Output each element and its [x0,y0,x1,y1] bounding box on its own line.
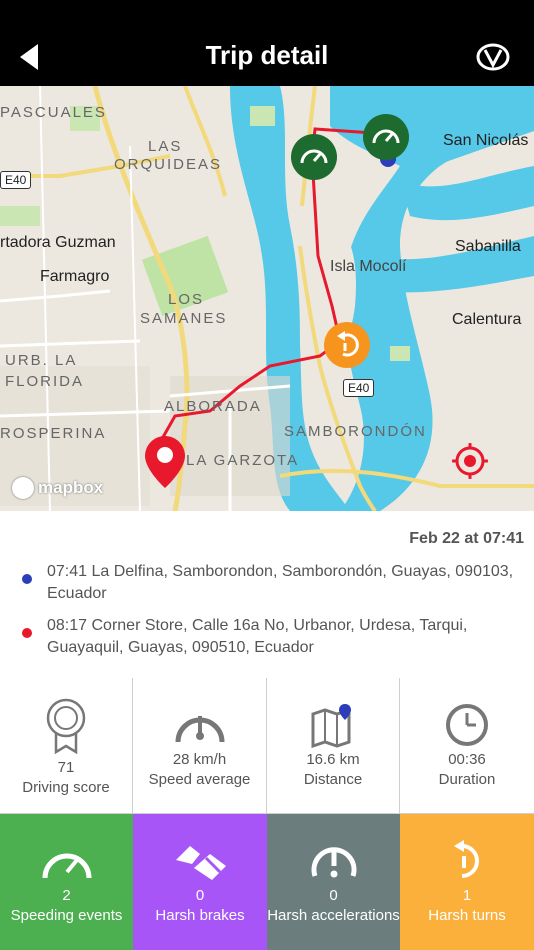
map-label: Isla Mocolí [330,258,407,275]
map-label: LAS [148,138,183,155]
map-label: San Nicolás [443,132,529,149]
acceleration-icon [311,847,356,878]
stat-value: 28 km/h [172,751,227,768]
event-label: Harsh brakes [155,907,245,924]
stat-value: 00:36 [448,751,486,768]
trip-details: Feb 22 at 07:41 07:41 La Delfina, Sambor… [0,511,534,679]
page-title: Trip detail [205,40,329,70]
event-value: 2 [62,887,71,904]
stat-driving-score: 71 Driving score [0,678,133,814]
start-location-marker[interactable] [362,113,410,169]
map-label: PASCUALES [0,104,107,121]
map-label: rtadora Guzman [0,234,116,251]
end-dot-icon [22,628,32,638]
map-label: ORQUIDEAS [114,156,223,173]
recenter-location-icon[interactable] [452,443,488,479]
stat-label: Speed average [148,771,251,788]
event-value: 0 [329,887,338,904]
stat-label: Duration [438,771,496,788]
map-label: LA GARZOTA [186,452,300,469]
map-label: FLORIDA [5,373,85,390]
event-label: Harsh turns [428,907,506,924]
clock-icon [446,704,488,746]
speedometer-icon [42,853,91,879]
stat-value: 71 [57,759,75,776]
attribution-text: mapbox [38,478,104,497]
map-label: SAMANES [140,310,228,327]
end-address: 08:17 Corner Store, Calle 16a No, Urbano… [47,617,468,656]
route-shield: E40 [0,171,32,189]
map-label: Sabanilla [455,238,521,255]
stat-value: 16.6 km [306,751,360,768]
brand-logo-icon[interactable] [476,42,510,72]
event-speeding[interactable]: 2 Speeding events [0,814,133,950]
start-address: 07:41 La Delfina, Samborondon, Samborond… [47,563,514,602]
stat-speed-average: 28 km/h Speed average [133,678,267,814]
trip-date: Feb 22 at 07:41 [409,530,524,547]
event-harsh-turns[interactable]: 1 Harsh turns [400,814,534,950]
map-label: ALBORADA [164,398,262,415]
mapbox-logo-icon [12,477,34,499]
harsh-turn-marker[interactable] [323,321,371,369]
event-label: Speeding events [10,907,123,924]
stats-grid: 71 Driving score 28 km/h Speed average 1… [0,678,534,950]
map-label: ROSPERINA [0,425,107,442]
speeding-event-marker[interactable] [290,133,338,181]
map-label: Farmagro [40,268,110,285]
navigation-bar: Trip detail [0,0,534,86]
trip-map[interactable]: PASCUALES LAS ORQUIDEAS E40 rtadora Guzm… [0,86,534,511]
map-label: Calentura [452,311,522,328]
route-shield: E40 [343,379,375,397]
map-label: LOS [168,291,205,308]
stat-label: Distance [303,771,363,788]
turn-icon [454,840,479,878]
end-location-marker[interactable] [143,434,187,490]
event-value: 1 [462,887,472,904]
stat-label: Driving score [22,779,110,796]
speedometer-icon [175,716,224,743]
award-icon [46,698,86,755]
event-value: 0 [195,887,205,904]
event-label: Harsh accelerations [267,907,400,924]
stat-distance: 16.6 km Distance [267,678,400,814]
event-harsh-accelerations[interactable]: 0 Harsh accelerations [267,814,400,950]
stat-duration: 00:36 Duration [400,678,534,814]
map-label: URB. LA [5,352,78,369]
start-dot-icon [22,574,32,584]
map-pin-icon [311,704,351,748]
brake-icon [176,846,226,880]
map-label: SAMBORONDÓN [284,423,427,440]
mapbox-attribution[interactable]: mapbox [12,477,103,499]
event-harsh-brakes[interactable]: 0 Harsh brakes [133,814,267,950]
